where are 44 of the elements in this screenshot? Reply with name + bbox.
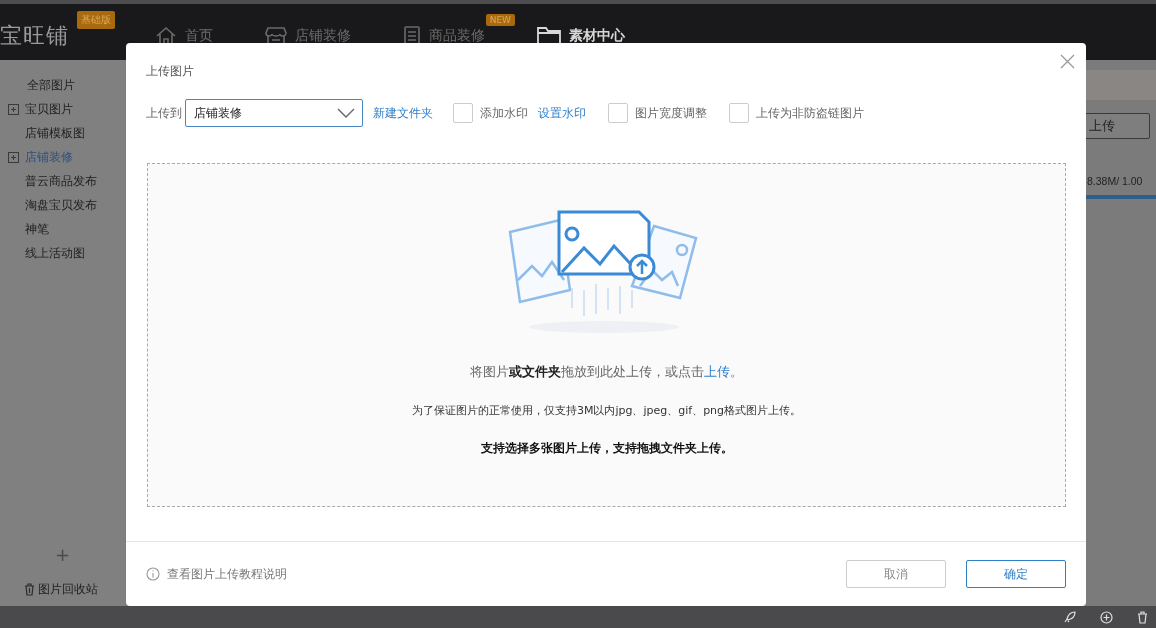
recycle-bin-link[interactable]: 图片回收站	[38, 581, 98, 598]
trash-icon[interactable]	[1137, 610, 1148, 624]
folder-item[interactable]: 神笔	[25, 220, 49, 238]
new-badge: NEW	[485, 14, 515, 26]
notice-band	[1086, 70, 1156, 100]
upload-dropzone[interactable]: 将图片或文件夹拖放到此处上传，或点击上传。 为了保证图片的正常使用，仅支持3M以内jpg、jpeg、gif、png格式图片上传。 支持选择多张图片上传，支持拖拽文件夹上传。	[147, 163, 1066, 507]
upload-link[interactable]: 上传	[704, 364, 730, 379]
checkbox[interactable]	[729, 103, 749, 123]
app-logo: 宝旺铺	[0, 22, 69, 50]
watermark-settings-link[interactable]: 设置水印	[538, 104, 586, 122]
chevron-icon	[337, 108, 355, 118]
folder-select[interactable]: 店铺装修	[185, 99, 363, 127]
folder-item[interactable]: 店铺模板图	[25, 124, 85, 142]
storage-bar	[1086, 195, 1156, 199]
folder-item[interactable]: 普云商品发布	[25, 172, 97, 190]
folder-item[interactable]: 全部图片	[27, 76, 75, 94]
folder-item[interactable]: 淘盘宝贝发布	[25, 196, 97, 214]
add-icon[interactable]	[1100, 610, 1113, 624]
expand-icon[interactable]	[8, 151, 19, 163]
info-icon	[146, 567, 160, 581]
storage-text: 8.38M/ 1.00	[1086, 175, 1144, 187]
add-folder-button[interactable]: +	[54, 544, 71, 565]
option-label: 上传为非防盗链图片	[756, 104, 864, 122]
folder-item[interactable]: 店铺装修	[25, 148, 73, 166]
cancel-button[interactable]: 取消	[846, 560, 946, 588]
upload-to-label: 上传到	[146, 104, 182, 122]
format-note: 为了保证图片的正常使用，仅支持3M以内jpg、jpeg、gif、png格式图片上传。	[411, 403, 802, 418]
checkbox[interactable]	[453, 103, 473, 123]
new-folder-link[interactable]: 新建文件夹	[373, 104, 433, 122]
edition-badge: 基础版	[77, 11, 115, 29]
option-label: 添加水印	[480, 104, 528, 122]
dialog-title: 上传图片	[146, 63, 194, 79]
confirm-button[interactable]: 确定	[966, 560, 1066, 588]
close-icon[interactable]	[1060, 54, 1075, 69]
multi-upload-tip: 支持选择多张图片上传，支持拖拽文件夹上传。	[480, 440, 733, 457]
option-label: 图片宽度调整	[635, 104, 707, 122]
folder-item[interactable]: 宝贝图片	[25, 100, 73, 118]
drop-hint-text: 将图片或文件夹拖放到此处上传，或点击上传。	[470, 363, 743, 381]
trash-icon	[24, 583, 35, 596]
help-link[interactable]: 查看图片上传教程说明	[167, 565, 287, 583]
upload-button[interactable]: 上传	[1086, 113, 1150, 139]
expand-icon[interactable]	[8, 103, 19, 115]
folder-item[interactable]: 线上活动图	[25, 244, 85, 262]
checkbox[interactable]	[608, 103, 628, 123]
